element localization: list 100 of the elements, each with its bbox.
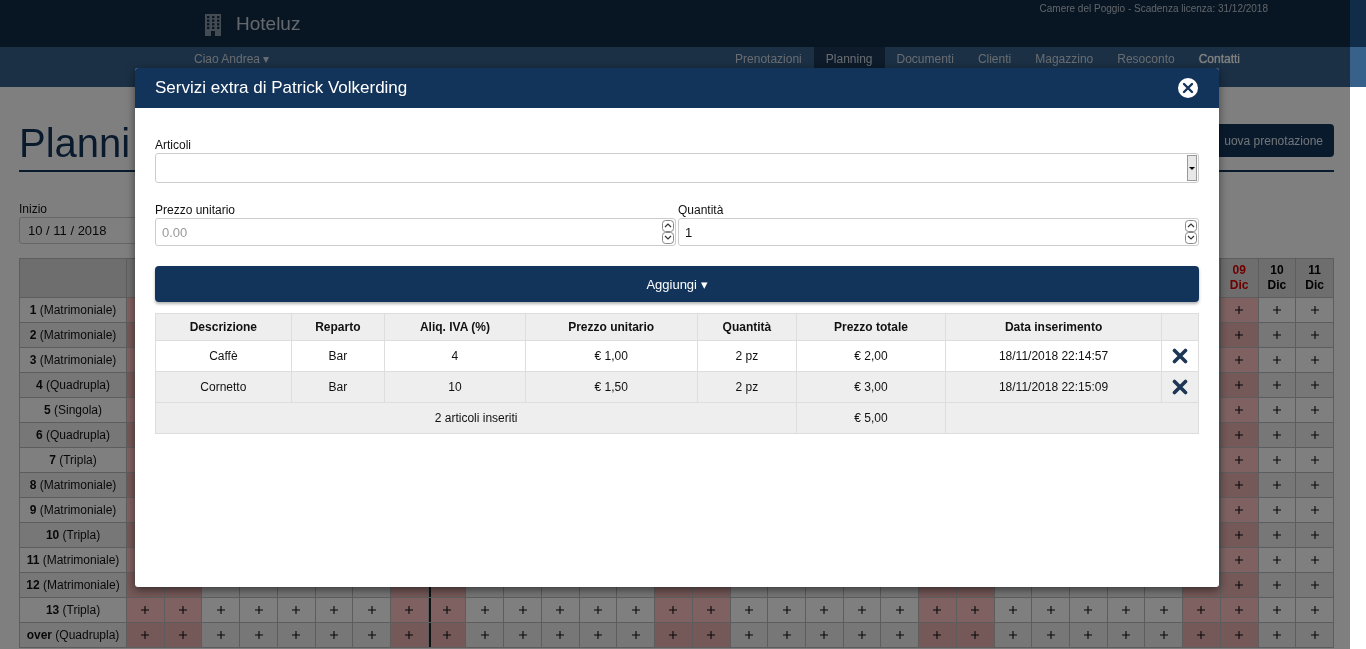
plus-icon[interactable]: [1272, 356, 1281, 364]
plus-icon[interactable]: [556, 631, 565, 639]
plus-icon[interactable]: [707, 631, 716, 639]
plus-icon[interactable]: [1084, 606, 1093, 614]
plus-icon[interactable]: [1235, 331, 1244, 339]
plus-icon[interactable]: [367, 631, 376, 639]
plus-icon[interactable]: [1272, 331, 1281, 339]
plus-icon[interactable]: [1235, 506, 1244, 514]
plus-icon[interactable]: [1122, 606, 1131, 614]
plus-icon[interactable]: [971, 606, 980, 614]
plus-icon[interactable]: [1272, 581, 1281, 589]
plus-icon[interactable]: [1272, 556, 1281, 564]
plus-icon[interactable]: [933, 631, 942, 639]
plus-icon[interactable]: [1235, 531, 1244, 539]
plus-icon[interactable]: [216, 631, 225, 639]
plus-icon[interactable]: [594, 631, 602, 639]
plus-icon[interactable]: [1046, 606, 1055, 614]
plus-icon[interactable]: [405, 631, 414, 639]
plus-icon[interactable]: [1310, 456, 1319, 464]
plus-icon[interactable]: [1272, 481, 1281, 489]
plus-icon[interactable]: [782, 606, 791, 614]
plus-icon[interactable]: [1235, 356, 1244, 364]
plus-icon[interactable]: [1272, 456, 1281, 464]
plus-icon[interactable]: [1272, 431, 1281, 439]
plus-icon[interactable]: [1008, 606, 1017, 614]
delete-icon[interactable]: [1172, 348, 1189, 364]
plus-icon[interactable]: [1310, 531, 1319, 539]
plus-icon[interactable]: [933, 606, 942, 614]
plus-icon[interactable]: [480, 606, 489, 614]
close-icon[interactable]: [1177, 77, 1199, 99]
plus-icon[interactable]: [631, 606, 640, 614]
plus-icon[interactable]: [1272, 531, 1281, 539]
plus-icon[interactable]: [895, 631, 904, 639]
plus-icon[interactable]: [1310, 556, 1319, 564]
plus-icon[interactable]: [1272, 606, 1281, 614]
plus-icon[interactable]: [1310, 331, 1319, 339]
plus-icon[interactable]: [1235, 381, 1244, 389]
plus-icon[interactable]: [329, 606, 338, 614]
plus-icon[interactable]: [443, 606, 452, 614]
plus-icon[interactable]: [1272, 306, 1281, 314]
plus-icon[interactable]: [1235, 406, 1244, 414]
plus-icon[interactable]: [1235, 306, 1244, 314]
plus-icon[interactable]: [744, 631, 753, 639]
plus-icon[interactable]: [1310, 581, 1319, 589]
plus-icon[interactable]: [141, 631, 150, 639]
plus-icon[interactable]: [1310, 431, 1319, 439]
plus-icon[interactable]: [782, 631, 791, 639]
plus-icon[interactable]: [1310, 381, 1319, 389]
plus-icon[interactable]: [141, 606, 150, 614]
plus-icon[interactable]: [1272, 381, 1281, 389]
price-field[interactable]: 0.00: [155, 218, 676, 246]
user-menu[interactable]: Ciao Andrea ▾: [0, 52, 270, 66]
plus-icon[interactable]: [1272, 631, 1281, 639]
plus-icon[interactable]: [405, 606, 414, 614]
plus-icon[interactable]: [1122, 631, 1131, 639]
plus-icon[interactable]: [707, 606, 716, 614]
plus-icon[interactable]: [1272, 506, 1281, 514]
plus-icon[interactable]: [443, 631, 452, 639]
plus-icon[interactable]: [971, 631, 980, 639]
plus-icon[interactable]: [631, 631, 640, 639]
plus-icon[interactable]: [480, 631, 489, 639]
plus-icon[interactable]: [1235, 431, 1244, 439]
plus-icon[interactable]: [1310, 406, 1319, 414]
plus-icon[interactable]: [329, 631, 338, 639]
plus-icon[interactable]: [179, 606, 188, 614]
quantity-field[interactable]: 1: [678, 218, 1199, 246]
plus-icon[interactable]: [820, 631, 829, 639]
plus-icon[interactable]: [518, 606, 527, 614]
plus-icon[interactable]: [292, 631, 301, 639]
plus-icon[interactable]: [1272, 406, 1281, 414]
plus-icon[interactable]: [367, 606, 376, 614]
plus-icon[interactable]: [1310, 306, 1319, 314]
articles-select[interactable]: [155, 153, 1199, 183]
plus-icon[interactable]: [1310, 606, 1319, 614]
plus-icon[interactable]: [1310, 356, 1319, 364]
plus-icon[interactable]: [1084, 631, 1093, 639]
plus-icon[interactable]: [858, 606, 866, 614]
plus-icon[interactable]: [254, 606, 263, 614]
plus-icon[interactable]: [744, 606, 753, 614]
plus-icon[interactable]: [556, 606, 565, 614]
plus-icon[interactable]: [292, 606, 301, 614]
plus-icon[interactable]: [518, 631, 527, 639]
plus-icon[interactable]: [216, 606, 225, 614]
spinner-icon[interactable]: [662, 220, 674, 244]
plus-icon[interactable]: [1235, 556, 1244, 564]
plus-icon[interactable]: [1159, 606, 1168, 614]
plus-icon[interactable]: [254, 631, 263, 639]
plus-icon[interactable]: [1235, 631, 1244, 639]
plus-icon[interactable]: [1310, 481, 1319, 489]
plus-icon[interactable]: [1235, 456, 1244, 464]
plus-icon[interactable]: [1310, 506, 1319, 514]
plus-icon[interactable]: [1046, 631, 1055, 639]
plus-icon[interactable]: [1008, 631, 1017, 639]
plus-icon[interactable]: [858, 631, 866, 639]
plus-icon[interactable]: [1235, 581, 1244, 589]
plus-icon[interactable]: [179, 631, 188, 639]
plus-icon[interactable]: [669, 631, 678, 639]
spinner-icon[interactable]: [1185, 220, 1197, 244]
plus-icon[interactable]: [669, 606, 678, 614]
plus-icon[interactable]: [1310, 631, 1319, 639]
